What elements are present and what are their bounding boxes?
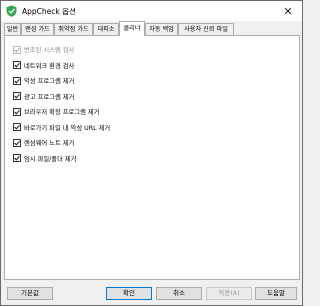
option-remove-malware[interactable]: 악성 프로그램 제거 [13,73,110,89]
tab-strip: 일반 랜섬 가드 취약점 가드 대피소 클리너 자동 백업 사용자 신뢰 파일 [4,21,301,36]
tab-cleaner[interactable]: 클리너 [119,21,145,36]
options-window: AppCheck 옵션 ✕ 일반 랜섬 가드 취약점 가드 대피소 클리너 자동… [0,0,303,306]
option-label: 네트워크 환경 검사 [24,62,75,70]
cancel-button[interactable]: 취소 [156,287,202,300]
title-bar[interactable]: AppCheck 옵션 ✕ [1,1,302,21]
checkbox-remove-browser-extensions[interactable] [13,107,21,116]
tab-ransom-guard[interactable]: 랜섬 가드 [21,23,54,35]
tab-user-trusted-files[interactable]: 사용자 신뢰 파일 [178,23,234,35]
option-label: 랜섬웨어 노트 제거 [24,140,75,148]
option-network-check[interactable]: 네트워크 환경 검사 [13,58,110,74]
tab-shelter[interactable]: 대피소 [93,23,119,35]
cleaner-panel: 번조된 시스템 검사 네트워크 환경 검사 악성 프로그램 제거 광고 프로그램… [4,35,300,280]
checkbox-tampered-system-check [13,45,21,54]
help-button[interactable]: 도움말 [255,287,297,300]
option-label: 광고 프로그램 제거 [24,93,75,101]
checkmark-icon [14,94,20,99]
option-remove-adware[interactable]: 광고 프로그램 제거 [13,89,110,105]
checkmark-icon [14,140,20,146]
tab-general[interactable]: 일반 [4,23,21,35]
appcheck-shield-icon [6,5,17,17]
option-remove-shortcut-malicious-url[interactable]: 바로가기 파일 내 악성 URL 제거 [13,120,110,136]
cleaner-options-list: 번조된 시스템 검사 네트워크 환경 검사 악성 프로그램 제거 광고 프로그램… [13,42,110,166]
checkmark-icon [14,47,20,53]
ok-button[interactable]: 확인 [106,287,152,300]
checkbox-remove-adware[interactable] [13,92,21,101]
option-label: 브라우저 확장 프로그램 제거 [24,109,100,117]
option-label: 바로가기 파일 내 악성 URL 제거 [24,124,111,132]
option-remove-browser-extensions[interactable]: 브라우저 확장 프로그램 제거 [13,104,110,120]
checkbox-remove-malware[interactable] [13,76,21,85]
option-remove-ransom-notes[interactable]: 랜섬웨어 노트 제거 [13,135,110,151]
checkbox-network-check[interactable] [13,61,21,70]
close-icon[interactable]: ✕ [274,1,302,21]
checkbox-remove-ransom-notes[interactable] [13,138,21,147]
tab-auto-backup[interactable]: 자동 백업 [145,23,178,35]
option-label: 번조된 시스템 검사 [24,47,75,55]
checkmark-icon [14,63,20,68]
option-remove-temp-files[interactable]: 임시 파일/폴더 제거 [13,151,110,167]
apply-button[interactable]: 적용(A) [206,287,252,300]
option-label: 악성 프로그램 제거 [24,78,75,86]
checkbox-remove-temp-files[interactable] [13,154,21,163]
checkmark-icon [14,78,20,84]
window-title: AppCheck 옵션 [22,7,76,16]
checkmark-icon [14,125,20,130]
checkmark-icon [14,156,20,161]
tab-exploit-guard[interactable]: 취약점 가드 [54,23,93,35]
checkmark-icon [14,109,20,115]
checkbox-remove-shortcut-malicious-url[interactable] [13,123,21,132]
defaults-button[interactable]: 기본값 [7,287,53,300]
option-label: 임시 파일/폴더 제거 [24,155,77,163]
option-tampered-system-check: 번조된 시스템 검사 [13,42,110,58]
